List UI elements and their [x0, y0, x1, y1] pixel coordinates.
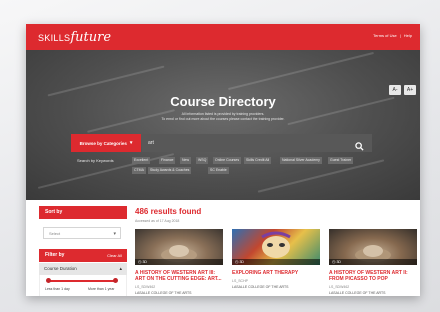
keyword-tag[interactable]: Guest Trainer	[328, 157, 354, 164]
course-provider: LASALLE COLLEGE OF THE ARTS	[232, 285, 289, 289]
keyword-tag[interactable]: SC Enable	[208, 167, 229, 174]
sort-placeholder: Select	[49, 231, 61, 236]
browse-categories-button[interactable]: Browse by Categories ▾	[71, 134, 141, 152]
clear-all-link[interactable]: Clear All	[107, 249, 122, 262]
duration-slider[interactable]	[46, 278, 118, 283]
clock-icon: ◷	[332, 259, 336, 264]
duration-filter: Less than 1 day More than 1 year	[39, 275, 127, 296]
course-code: LS_SDW462	[329, 285, 350, 289]
keyword-tag[interactable]: Excellent	[132, 157, 151, 164]
filter-by-header: Filter by Clear All	[39, 249, 127, 262]
top-navbar: SKILLSfuture Terms of Use | Help	[26, 24, 420, 50]
course-card[interactable]: ◷ 3D A HISTORY OF WESTERN ART II: FROM P…	[329, 229, 417, 295]
search-icon[interactable]	[355, 138, 364, 156]
clock-icon: ◷	[235, 259, 239, 264]
top-links: Terms of Use | Help	[370, 33, 412, 38]
keyword-tag[interactable]: Study Awards & Coaches	[148, 167, 192, 174]
duration-min-label: Less than 1 day	[45, 287, 70, 291]
course-code: LS_SDW462	[135, 285, 156, 289]
keyword-tag[interactable]: Skills Credit All	[244, 157, 272, 164]
course-duration-toggle[interactable]: Course Duration ▴	[39, 263, 127, 275]
course-duration: 3D	[336, 260, 341, 264]
course-card[interactable]: ◷ 3D EXPLORING ART THERAPY LS_SCHP LASAL…	[232, 229, 320, 289]
chevron-down-icon: ▾	[129, 140, 133, 146]
chevron-up-icon: ▴	[119, 266, 122, 272]
results-count: 486 results found	[135, 207, 202, 216]
page-title: Course Directory	[170, 94, 276, 109]
filter-title: Filter by	[45, 252, 65, 258]
keyword-tag[interactable]: Online Courses	[213, 157, 242, 164]
course-duration-title: Course Duration	[44, 266, 77, 271]
course-duration: 3D	[239, 260, 244, 264]
duration-max-label: More than 1 year	[88, 287, 115, 291]
accessed-date: Accessed as of 17 Aug 2018	[135, 219, 180, 223]
clock-icon: ◷	[138, 259, 142, 264]
browser-page: SKILLSfuture Terms of Use | Help A- A+ Cou…	[26, 24, 420, 296]
browse-label: Browse by Categories	[79, 140, 127, 146]
course-thumbnail[interactable]: ◷ 3D	[232, 229, 320, 265]
keyword-tag[interactable]: WSQ	[196, 157, 209, 164]
course-thumbnail[interactable]: ◷ 3D	[329, 229, 417, 265]
course-title[interactable]: EXPLORING ART THERAPY	[232, 270, 320, 276]
search-value: art	[148, 140, 154, 146]
course-title[interactable]: A HISTORY OF WESTERN ART III: ART ON THE…	[135, 270, 223, 282]
course-title[interactable]: A HISTORY OF WESTERN ART II: FROM PICASS…	[329, 270, 417, 282]
keyword-tag[interactable]: Finance	[159, 157, 176, 164]
keywords-label: Search by Keywords	[77, 158, 114, 163]
course-duration: 3D	[142, 260, 147, 264]
keyword-tag[interactable]: New	[180, 157, 192, 164]
sort-select[interactable]: Select ▾	[43, 227, 121, 239]
duration-bar: ◷ 3D	[329, 259, 417, 265]
help-link[interactable]: Help	[404, 33, 412, 38]
sort-by-header: Sort by	[39, 206, 127, 219]
terms-link[interactable]: Terms of Use	[373, 33, 397, 38]
hero-subtitle-line1: All information listed is provided by tr…	[181, 112, 265, 116]
course-thumbnail[interactable]: ◷ 3D	[135, 229, 223, 265]
course-provider: LASALLE COLLEGE OF THE ARTS	[135, 291, 192, 295]
course-provider: LASALLE COLLEGE OF THE ARTS	[329, 291, 386, 295]
keyword-tag[interactable]: CTMA	[132, 167, 146, 174]
skillsfuture-logo[interactable]: SKILLSfuture	[38, 30, 111, 45]
course-card[interactable]: ◷ 3D A HISTORY OF WESTERN ART III: ART O…	[135, 229, 223, 295]
filter-sidebar: Sort by Select ▾ Filter by Clear All Cou…	[39, 206, 127, 296]
course-code: LS_SCHP	[232, 279, 248, 283]
duration-bar: ◷ 3D	[135, 259, 223, 265]
slider-handle-min[interactable]	[46, 278, 51, 283]
slider-handle-max[interactable]	[113, 278, 118, 283]
chevron-down-icon: ▾	[113, 231, 116, 237]
logo-script: future	[70, 30, 112, 45]
search-input[interactable]: art	[142, 134, 372, 152]
duration-bar: ◷ 3D	[232, 259, 320, 265]
keyword-tag[interactable]: National Silver Academy	[280, 157, 322, 164]
hero-subtitle-line2: To enrol or find out more about the cour…	[161, 117, 285, 121]
link-separator: |	[399, 33, 401, 38]
hero-banner: A- A+ Course Directory All information l…	[26, 50, 420, 200]
logo-prefix: SKILLS	[38, 33, 71, 43]
